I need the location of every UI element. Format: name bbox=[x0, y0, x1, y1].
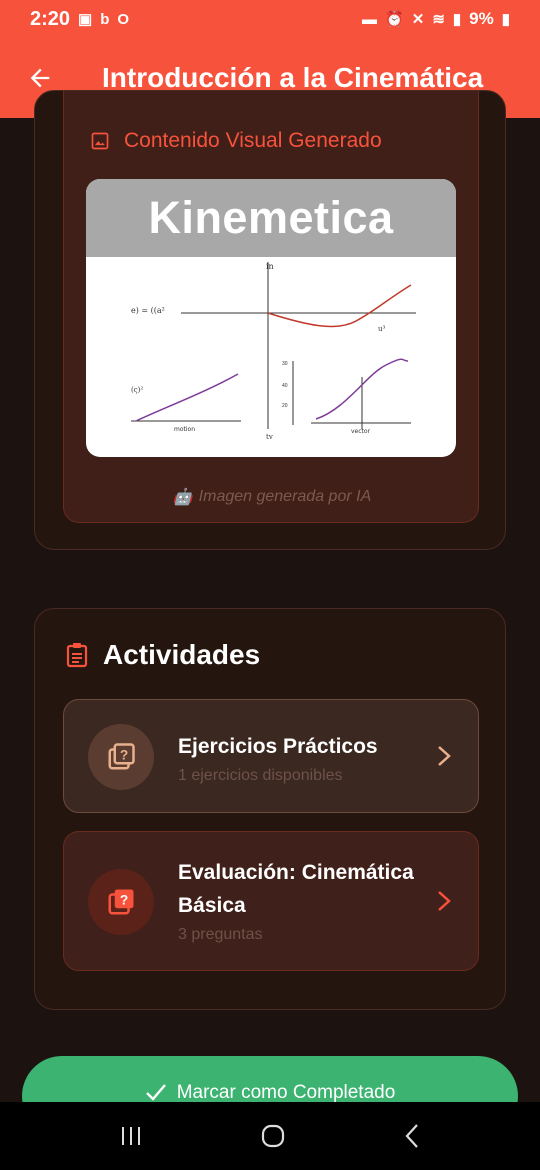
plot-tick-40: 40 bbox=[282, 383, 288, 389]
visual-content-card: Contenido Visual Generado Kinemetica in … bbox=[63, 91, 479, 523]
plot-label-eq1: e) = ((a² bbox=[131, 306, 165, 315]
quiz-icon: ? bbox=[108, 743, 135, 770]
b-notification-icon: b bbox=[100, 10, 110, 28]
activity-subtitle: 1 ejercicios disponibles bbox=[178, 767, 343, 784]
svg-text:?: ? bbox=[120, 893, 128, 908]
plot-tick-30: 30 bbox=[282, 361, 288, 367]
plot-label-eq2: (ς)² bbox=[131, 386, 143, 394]
image-title: Kinemetica bbox=[148, 192, 394, 243]
wifi-icon: ≋ bbox=[432, 10, 445, 28]
status-right: ▬ ⏰ ✕ ≋ ▮ 9% ▮ bbox=[362, 9, 510, 29]
kinematics-plot-graphic: in e) = ((a² u³ (ς)² motion 30 40 20 tv bbox=[131, 262, 416, 441]
recent-apps-icon[interactable] bbox=[119, 1125, 143, 1147]
generated-image[interactable]: Kinemetica in e) = ((a² u³ (ς)² motion 3… bbox=[86, 179, 456, 457]
bed-icon: ▬ bbox=[362, 10, 378, 28]
home-icon[interactable] bbox=[260, 1123, 286, 1149]
visual-content-section: Contenido Visual Generado Kinemetica in … bbox=[34, 90, 506, 550]
plot-label-vector: vector bbox=[351, 428, 371, 435]
gallery-notification-icon: ▣ bbox=[78, 10, 93, 28]
chevron-right-icon bbox=[438, 746, 451, 766]
robot-icon: 🤖 bbox=[172, 489, 193, 506]
quiz-icon: ? bbox=[108, 889, 134, 915]
status-time: 2:20 bbox=[30, 7, 71, 30]
activity-name: Evaluación: Cinemática Básica bbox=[178, 861, 414, 917]
svg-text:?: ? bbox=[120, 748, 128, 763]
visual-header: Contenido Visual Generado bbox=[90, 129, 382, 153]
plot-label-in: in bbox=[266, 262, 274, 271]
alarm-icon: ⏰ bbox=[385, 10, 404, 28]
activity-name: Ejercicios Prácticos bbox=[178, 735, 378, 758]
circle-notification-icon: O bbox=[117, 10, 130, 28]
chevron-right-icon bbox=[438, 891, 451, 911]
image-caption-text: Imagen generada por IA bbox=[198, 488, 372, 505]
arrow-left-icon bbox=[30, 68, 50, 88]
plot-tick-20: 20 bbox=[282, 403, 288, 409]
plot-label-motion: motion bbox=[174, 426, 195, 433]
check-icon bbox=[145, 1084, 166, 1101]
plot-label-tv: tv bbox=[266, 433, 273, 441]
signal-icon: ▮ bbox=[452, 10, 462, 28]
activities-title: Actividades bbox=[103, 639, 261, 670]
activity-item-evaluation[interactable]: ? Evaluación: Cinemática Básica 3 pregun… bbox=[63, 831, 479, 971]
mute-icon: ✕ bbox=[411, 10, 425, 28]
activities-section: Actividades ? Ejercicios Prácticos 1 eje… bbox=[34, 608, 506, 1010]
activity-icon-circle: ? bbox=[88, 724, 154, 790]
status-left: 2:20 ▣ b O bbox=[30, 8, 129, 31]
battery-icon: ▮ bbox=[501, 10, 510, 28]
back-nav-icon[interactable] bbox=[403, 1123, 421, 1149]
image-banner: Kinemetica bbox=[86, 179, 456, 257]
clipboard-icon bbox=[66, 643, 88, 668]
battery-percent: 9% bbox=[469, 9, 494, 28]
image-caption: 🤖 Imagen generada por IA bbox=[64, 487, 480, 507]
system-nav-bar bbox=[0, 1102, 540, 1170]
activity-item-exercises[interactable]: ? Ejercicios Prácticos 1 ejercicios disp… bbox=[63, 699, 479, 813]
image-icon bbox=[91, 132, 109, 150]
activities-header: Actividades bbox=[65, 639, 260, 671]
activity-icon-circle: ? bbox=[88, 869, 154, 935]
activity-text: Ejercicios Prácticos 1 ejercicios dispon… bbox=[178, 730, 378, 785]
activity-subtitle: 3 preguntas bbox=[178, 926, 263, 943]
visual-title: Contenido Visual Generado bbox=[124, 129, 382, 152]
plot-label-u: u³ bbox=[378, 325, 386, 333]
activity-text: Evaluación: Cinemática Básica 3 pregunta… bbox=[178, 856, 438, 944]
status-bar: 2:20 ▣ b O ▬ ⏰ ✕ ≋ ▮ 9% ▮ bbox=[0, 0, 540, 38]
